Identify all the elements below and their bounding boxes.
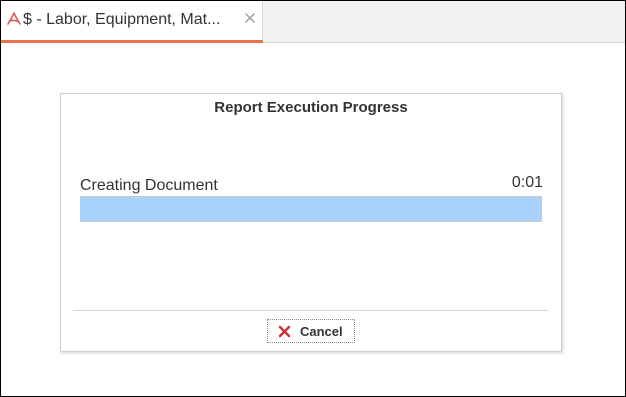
cancel-button-label: Cancel	[300, 324, 343, 339]
close-icon[interactable]	[244, 12, 256, 24]
report-progress-dialog: Report Execution Progress Creating Docum…	[60, 93, 562, 352]
tab-bar: $ - Labor, Equipment, Mat...	[1, 1, 625, 43]
tab-active-indicator	[1, 40, 263, 43]
progress-bar	[80, 196, 542, 222]
dialog-divider	[73, 310, 548, 311]
tab-title: $ - Labor, Equipment, Mat...	[23, 11, 221, 28]
elapsed-time: 0:01	[511, 174, 543, 191]
dialog-title: Report Execution Progress	[214, 99, 408, 116]
progress-status-label: Creating Document	[80, 177, 218, 194]
cancel-button[interactable]: Cancel	[267, 319, 355, 343]
tab-report[interactable]: $ - Labor, Equipment, Mat...	[1, 1, 263, 43]
progress-bar-fill	[80, 197, 542, 221]
pdf-icon	[7, 12, 21, 25]
cancel-x-icon	[278, 325, 291, 338]
app-frame: $ - Labor, Equipment, Mat... Report Exec…	[0, 0, 626, 397]
